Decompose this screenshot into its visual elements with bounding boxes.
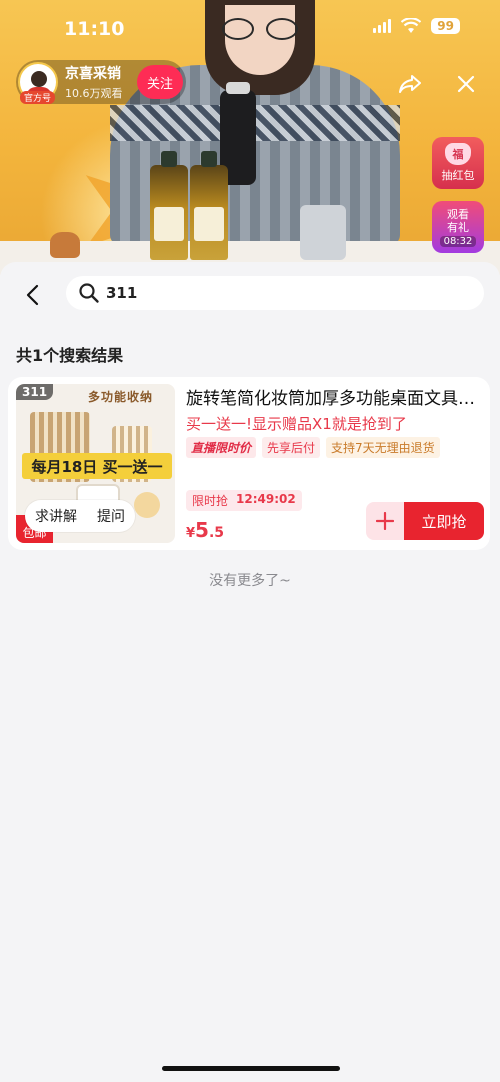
battery-icon: 99	[431, 18, 460, 34]
phone-stand	[300, 205, 346, 260]
purchase-group: 立即抢	[366, 502, 484, 540]
countdown-label: 限时抢	[192, 494, 229, 508]
chevron-left-icon	[26, 284, 39, 306]
watch-gift-label: 观看有礼	[447, 207, 469, 234]
flash-sale-countdown: 限时抢 12:49:02	[186, 490, 302, 511]
red-packet-button[interactable]: 福 抽红包	[432, 137, 484, 189]
thumb-title-art: 多功能收纳	[88, 390, 154, 404]
product-card[interactable]: 多功能收纳 每月18日 买一送一 311 包邮 求讲解 提问 旋转笔简化妆筒加厚…	[8, 377, 490, 550]
signal-icon	[373, 19, 392, 33]
search-input[interactable]: 311	[66, 276, 484, 310]
explain-ask-group: 求讲解 提问	[25, 500, 135, 532]
wifi-icon	[401, 18, 422, 33]
product-number-badge: 311	[16, 384, 54, 400]
home-indicator[interactable]	[162, 1066, 340, 1071]
product-price: ¥5.5	[186, 518, 224, 542]
pay-later-tag: 先享后付	[262, 437, 321, 458]
host-name: 京喜采销	[65, 66, 121, 82]
thumb-promo: 每月18日 买一送一	[22, 453, 172, 479]
search-panel: 311 共1个搜索结果 多功能收纳 每月18日 买一送一 311 包邮 求讲解 …	[0, 262, 500, 1082]
follow-button[interactable]: 关注	[137, 65, 183, 99]
add-to-cart-button[interactable]	[366, 502, 404, 540]
plus-icon	[376, 512, 394, 530]
result-count: 共1个搜索结果	[16, 346, 124, 365]
close-icon[interactable]	[452, 70, 480, 98]
price-decimal: .5	[208, 525, 225, 541]
product-tags: 直播限时价 先享后付 支持7天无理由退货	[186, 437, 440, 458]
product-title[interactable]: 旋转笔简化妆筒加厚多功能桌面文具收纳	[186, 384, 484, 409]
watch-gift-timer: 08:32	[439, 235, 477, 247]
product-subtitle: 买一送一!显示赠品X1就是抢到了	[186, 415, 407, 433]
countdown-time: 12:49:02	[236, 492, 296, 506]
price-integer: 5	[195, 518, 209, 542]
ask-question-button[interactable]: 提问	[87, 500, 135, 532]
food-item	[50, 232, 80, 258]
live-price-tag: 直播限时价	[186, 437, 257, 458]
buy-now-button[interactable]: 立即抢	[404, 502, 484, 540]
live-video[interactable]	[0, 0, 500, 275]
status-time: 11:10	[64, 18, 125, 40]
search-icon	[79, 283, 99, 303]
status-icons: 99	[373, 18, 460, 34]
share-icon[interactable]	[396, 70, 424, 98]
search-query: 311	[106, 284, 138, 302]
price-currency: ¥	[186, 526, 196, 541]
oil-bottle	[150, 151, 188, 260]
official-badge: 官方号	[20, 91, 56, 104]
watch-gift-button[interactable]: 观看有礼 08:32	[432, 201, 484, 253]
refund-tag: 支持7天无理由退货	[326, 437, 440, 458]
viewer-count: 10.6万观看	[65, 87, 123, 100]
red-packet-label: 抽红包	[441, 169, 475, 182]
back-button[interactable]	[22, 284, 44, 306]
no-more-label: 没有更多了~	[209, 573, 291, 589]
request-explain-button[interactable]: 求讲解	[25, 500, 87, 532]
red-packet-icon: 福	[445, 143, 471, 165]
oil-bottle	[190, 151, 228, 260]
